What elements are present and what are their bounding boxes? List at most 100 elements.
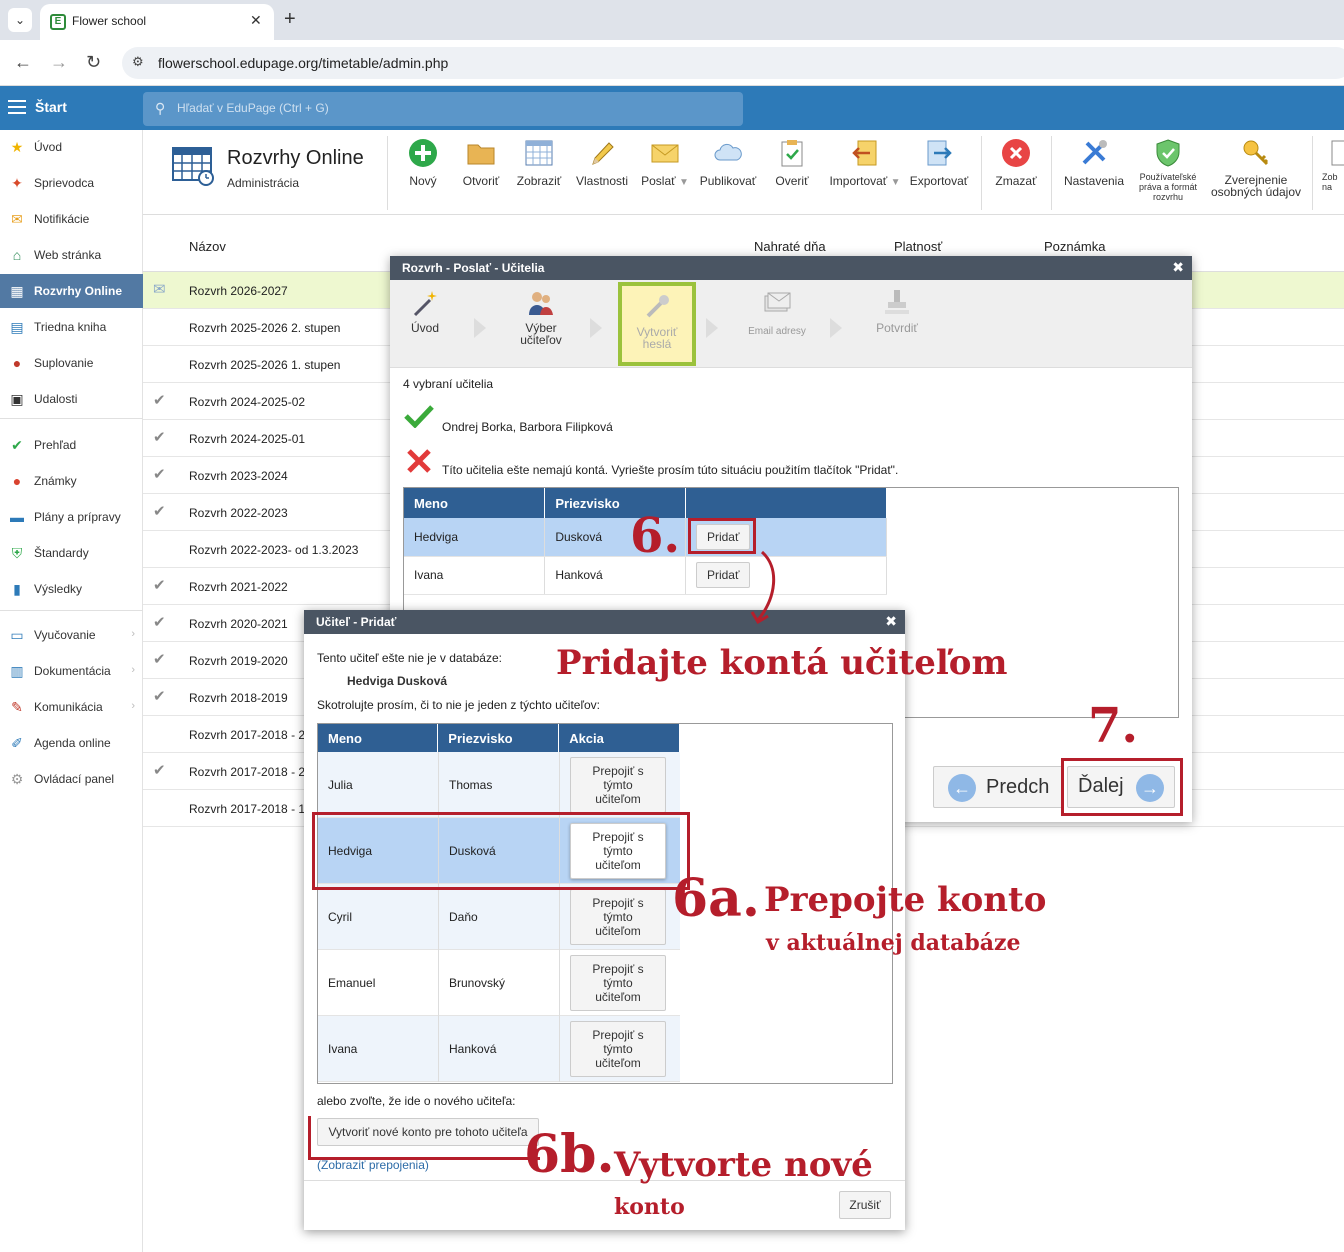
delete-button[interactable]: Zmazať	[992, 138, 1040, 188]
step-intro[interactable]: Úvod	[380, 288, 470, 334]
table-row[interactable]: Ivana Hanková Prepojiť s týmto učiteľom	[318, 1016, 680, 1082]
publish-button[interactable]: Publikovať	[699, 138, 757, 188]
link-teacher-button[interactable]: Prepojiť s týmto učiteľom	[570, 1021, 666, 1077]
start-link[interactable]: Štart	[35, 99, 67, 115]
pen-icon: ✐	[11, 735, 23, 751]
annotation-box-create	[308, 1116, 540, 1160]
forward-icon[interactable]: →	[50, 52, 68, 73]
browser-tab[interactable]: E Flower school ✕	[40, 4, 274, 40]
sidebar-item[interactable]: ⚙ Ovládací panel	[0, 762, 143, 796]
column-name[interactable]: Názov	[189, 239, 226, 254]
user-rights-button[interactable]: Používateľské práva a formát rozvrhu	[1136, 138, 1200, 202]
cancel-button[interactable]: Zrušiť	[839, 1191, 891, 1219]
last-name: Thomas	[449, 778, 493, 792]
dialog-title: Rozvrh - Poslať - Učitelia	[402, 261, 545, 275]
annotation-box-next	[1061, 758, 1183, 816]
toolbar-divider	[387, 136, 388, 210]
table-row[interactable]: Emanuel Brunovský Prepojiť s týmto učiteľom	[318, 950, 680, 1016]
timetable-name: Rozvrh 2017-2018 - 1	[189, 802, 306, 816]
link-button-label: Prepojiť s	[592, 1028, 644, 1042]
step-arrow-icon	[830, 318, 842, 338]
url-field[interactable]: ⚙ flowerschool.edupage.org/timetable/adm…	[122, 47, 1344, 79]
link-teacher-button[interactable]: Prepojiť s týmto učiteľom	[570, 889, 666, 945]
privacy-button[interactable]: Zverejnenie osobných údajov	[1208, 138, 1304, 198]
sidebar-item[interactable]: ⛨ Štandardy	[0, 536, 143, 570]
step-email-addresses[interactable]: Email adresy	[732, 288, 822, 338]
timetable-name: Rozvrh 2022-2023- od 1.3.2023	[189, 543, 359, 557]
show-links[interactable]: (Zobraziť prepojenia)	[317, 1158, 429, 1172]
first-name: Emanuel	[328, 976, 376, 990]
back-icon[interactable]: ←	[14, 52, 32, 73]
column-first-name: Meno	[404, 488, 546, 518]
reload-icon[interactable]: ↻	[86, 52, 101, 73]
open-button[interactable]: Otvoriť	[458, 138, 504, 188]
sidebar-item[interactable]: ✉ Notifikácie	[0, 202, 143, 236]
sidebar-item[interactable]: ✦ Sprievodca	[0, 166, 143, 200]
timetable-name: Rozvrh 2019-2020	[189, 654, 288, 668]
link-button-label: učiteľom	[595, 792, 641, 806]
properties-button[interactable]: Vlastnosti	[574, 138, 630, 188]
search-input[interactable]: ⚲ Hľadať v EduPage (Ctrl + G)	[143, 92, 743, 126]
sidebar-item[interactable]: ● Suplovanie	[0, 346, 143, 380]
send-button[interactable]: Poslať ▼	[640, 138, 690, 188]
menu-icon[interactable]	[8, 100, 26, 118]
table-icon	[525, 140, 553, 166]
link-teacher-button[interactable]: Prepojiť s týmto učiteľom	[570, 955, 666, 1011]
column-uploaded[interactable]: Nahraté dňa	[754, 239, 826, 254]
new-tab-icon[interactable]: +	[284, 8, 296, 31]
last-name: Daňo	[449, 910, 478, 924]
site-info-icon[interactable]: ⚙	[132, 54, 144, 70]
sidebar-item[interactable]: ✐ Agenda online	[0, 726, 143, 760]
timetable-name: Rozvrh 2018-2019	[189, 691, 288, 705]
url-text: flowerschool.edupage.org/timetable/admin…	[158, 55, 449, 71]
sidebar-item[interactable]: ▣ Udalosti	[0, 382, 143, 416]
tab-close-icon[interactable]: ✕	[250, 12, 262, 29]
cell-divider	[438, 752, 439, 818]
step-confirm[interactable]: Potvrdiť	[852, 288, 942, 334]
link-teacher-button[interactable]: Prepojiť s týmto učiteľom	[570, 757, 666, 813]
sidebar-item[interactable]: ● Známky	[0, 464, 143, 498]
first-name: Cyril	[328, 910, 352, 924]
check-icon: ✔	[153, 429, 166, 446]
tab-search-icon[interactable]: ⌄	[8, 8, 32, 32]
import-button[interactable]: Importovať ▼	[826, 138, 904, 188]
shield-check-icon	[1156, 139, 1180, 167]
link-button-label: učiteľom	[595, 1056, 641, 1070]
sidebar-item[interactable]: ▮ Výsledky	[0, 572, 143, 606]
sidebar-item[interactable]: ▬ Plány a prípravy	[0, 500, 143, 534]
column-note[interactable]: Poznámka	[1044, 239, 1105, 254]
sidebar-item[interactable]: ✎ Komunikácia ›	[0, 690, 143, 724]
close-icon[interactable]: ✖	[1172, 259, 1184, 276]
table-row[interactable]: Julia Thomas Prepojiť s týmto učiteľom	[318, 752, 680, 818]
toolbar-more-button[interactable]: Zob na	[1322, 138, 1344, 192]
column-validity[interactable]: Platnosť	[894, 239, 942, 254]
sidebar-item-label: Sprievodca	[34, 176, 95, 190]
timetable-name: Rozvrh 2024-2025-02	[189, 395, 306, 409]
cell-divider	[559, 950, 560, 1016]
verify-button[interactable]: Overiť	[772, 138, 812, 188]
annotation-link-account: Prepojte konto	[764, 880, 1047, 920]
annotation-arrow-icon	[750, 550, 776, 625]
sidebar-item[interactable]: ⌂ Web stránka	[0, 238, 143, 272]
show-links-text[interactable]: Zobraziť prepojenia	[321, 1158, 425, 1172]
settings-button[interactable]: Nastavenia	[1062, 138, 1126, 188]
view-button[interactable]: Zobraziť	[515, 138, 563, 188]
step-arrow-icon	[590, 318, 602, 338]
sidebar-item[interactable]: ▥ Dokumentácia ›	[0, 654, 143, 688]
sidebar-item[interactable]: ▤ Triedna kniha	[0, 310, 143, 344]
export-button[interactable]: Exportovať	[908, 138, 970, 188]
sidebar-item[interactable]: ▭ Vyučovanie ›	[0, 618, 143, 652]
sidebar-item[interactable]: ★ Úvod	[0, 130, 143, 164]
close-icon[interactable]: ✖	[885, 613, 897, 630]
dropdown-arrow-icon: ▼	[678, 177, 689, 188]
new-button[interactable]: Nový	[401, 138, 445, 188]
column-action: Akcia	[558, 724, 680, 752]
add-teacher-button[interactable]: Pridať	[696, 562, 751, 588]
sidebar-item[interactable]: ✔ Prehľad	[0, 428, 143, 462]
previous-button[interactable]: ← Predch	[933, 766, 1063, 808]
step-create-passwords[interactable]: Vytvoriť heslá	[612, 282, 702, 368]
table-row[interactable]: Cyril Daňo Prepojiť s týmto učiteľom	[318, 884, 680, 950]
step-select-teachers[interactable]: Výber učiteľov	[496, 288, 586, 346]
last-name: Brunovský	[449, 976, 506, 990]
sidebar-item[interactable]: ▦ Rozvrhy Online	[0, 274, 143, 308]
